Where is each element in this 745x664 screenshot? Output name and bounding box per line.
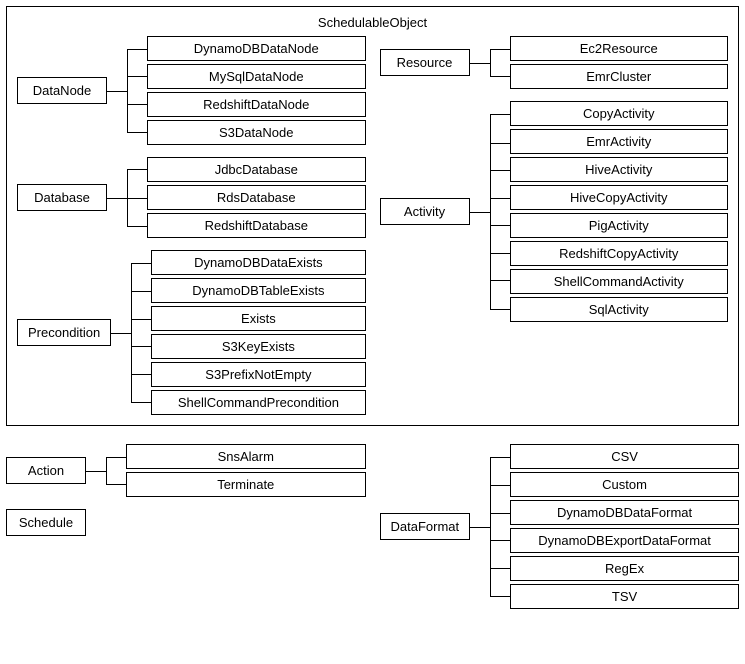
connector — [470, 36, 510, 89]
connector — [86, 444, 126, 497]
connector — [470, 101, 510, 322]
database-child: JdbcDatabase — [147, 157, 366, 182]
precondition-group: Precondition DynamoDBDataExists DynamoDB… — [17, 250, 366, 415]
activity-child: ShellCommandActivity — [510, 269, 729, 294]
dataformat-child: RegEx — [510, 556, 739, 581]
datanode-group: DataNode DynamoDBDataNode MySqlDataNode … — [17, 36, 366, 145]
database-parent: Database — [17, 184, 107, 211]
activity-child: EmrActivity — [510, 129, 729, 154]
resource-group: Resource Ec2Resource EmrCluster — [380, 36, 729, 89]
schedulable-title: SchedulableObject — [17, 15, 728, 30]
precondition-child: ShellCommandPrecondition — [151, 390, 365, 415]
action-child: SnsAlarm — [126, 444, 366, 469]
action-child: Terminate — [126, 472, 366, 497]
datanode-child: S3DataNode — [147, 120, 366, 145]
action-parent: Action — [6, 457, 86, 484]
datanode-child: MySqlDataNode — [147, 64, 366, 89]
activity-child: SqlActivity — [510, 297, 729, 322]
activity-child: RedshiftCopyActivity — [510, 241, 729, 266]
dataformat-parent: DataFormat — [380, 513, 471, 540]
precondition-parent: Precondition — [17, 319, 111, 346]
action-group: Action SnsAlarm Terminate — [6, 444, 366, 497]
connector — [470, 444, 510, 609]
dataformat-child: Custom — [510, 472, 739, 497]
precondition-child: Exists — [151, 306, 365, 331]
connector — [107, 157, 147, 238]
activity-child: PigActivity — [510, 213, 729, 238]
precondition-child: S3PrefixNotEmpty — [151, 362, 365, 387]
schedule-group: Schedule — [6, 509, 366, 536]
activity-child: HiveCopyActivity — [510, 185, 729, 210]
database-child: RdsDatabase — [147, 185, 366, 210]
schedule-node: Schedule — [6, 509, 86, 536]
dataformat-child: CSV — [510, 444, 739, 469]
dataformat-child: DynamoDBDataFormat — [510, 500, 739, 525]
datanode-child: DynamoDBDataNode — [147, 36, 366, 61]
activity-parent: Activity — [380, 198, 470, 225]
precondition-child: S3KeyExists — [151, 334, 365, 359]
dataformat-group: DataFormat CSV Custom DynamoDBDataFormat… — [380, 444, 740, 609]
activity-child: HiveActivity — [510, 157, 729, 182]
precondition-child: DynamoDBDataExists — [151, 250, 365, 275]
database-child: RedshiftDatabase — [147, 213, 366, 238]
schedulable-object-container: SchedulableObject DataNode DynamoDBDataN… — [6, 6, 739, 426]
dataformat-child: TSV — [510, 584, 739, 609]
activity-group: Activity CopyActivity EmrActivity — [380, 101, 729, 322]
activity-child: CopyActivity — [510, 101, 729, 126]
datanode-child: RedshiftDataNode — [147, 92, 366, 117]
resource-child: Ec2Resource — [510, 36, 729, 61]
dataformat-child: DynamoDBExportDataFormat — [510, 528, 739, 553]
resource-child: EmrCluster — [510, 64, 729, 89]
database-group: Database JdbcDatabase RdsDatabase Redshi… — [17, 157, 366, 238]
precondition-child: DynamoDBTableExists — [151, 278, 365, 303]
datanode-parent: DataNode — [17, 77, 107, 104]
resource-parent: Resource — [380, 49, 470, 76]
connector — [107, 36, 147, 145]
connector — [111, 250, 151, 415]
